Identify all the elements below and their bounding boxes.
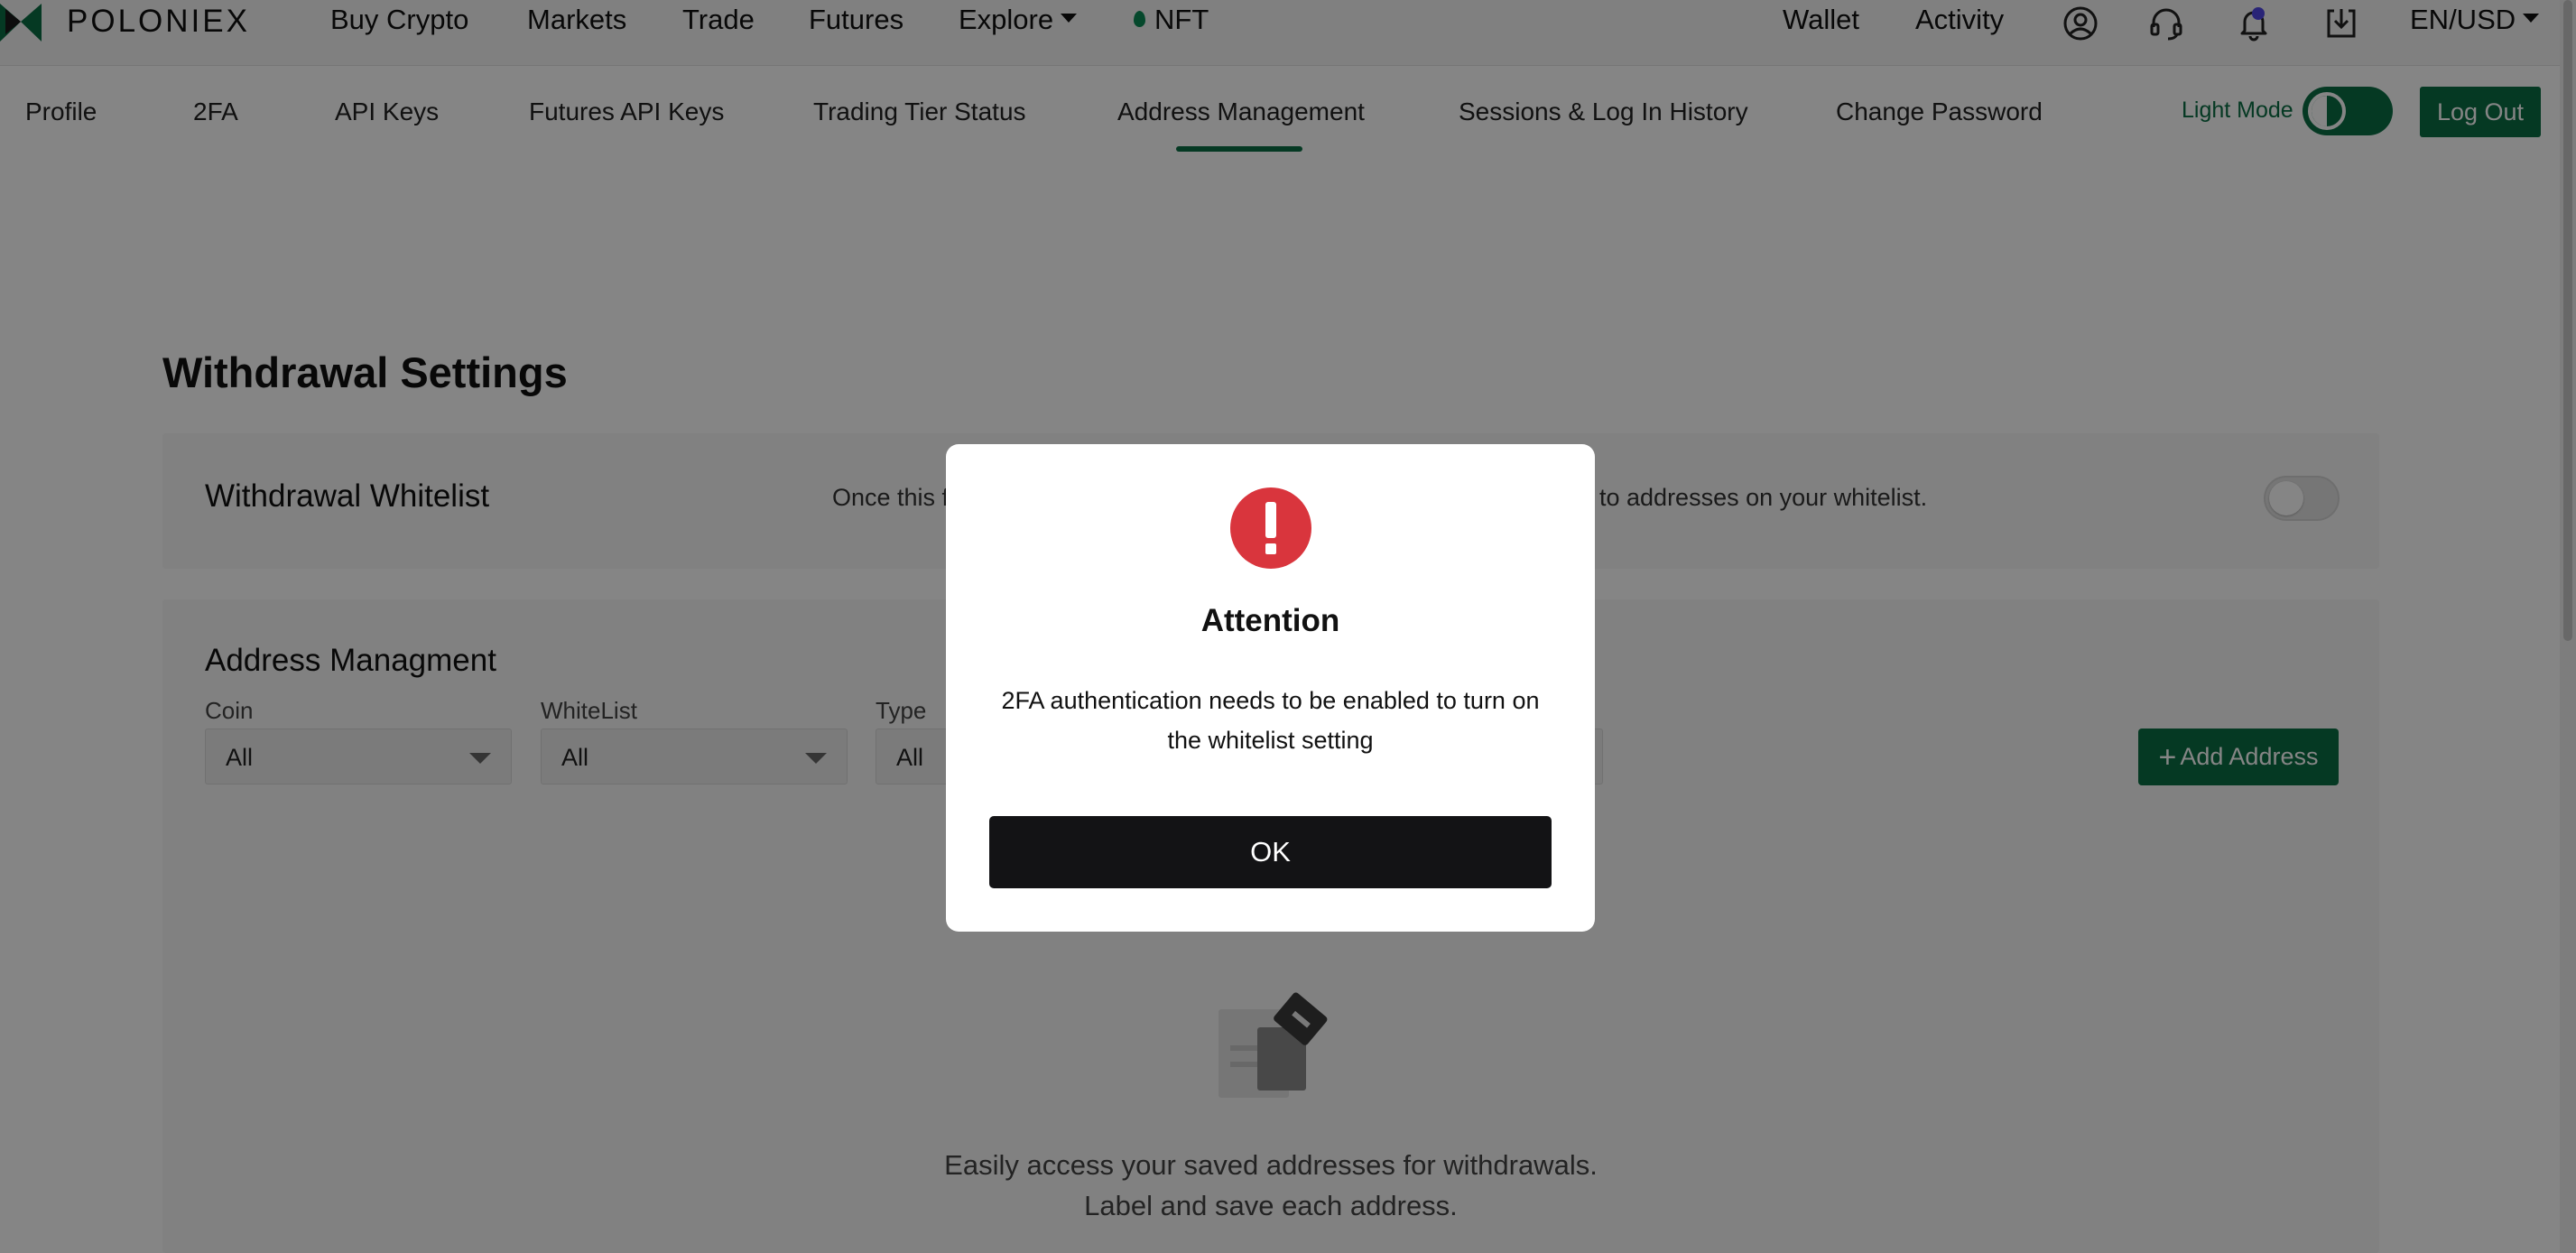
exclamation-icon [1230, 487, 1311, 569]
dialog-title: Attention [1200, 603, 1340, 638]
exclamation-mark-glyph [1265, 502, 1276, 554]
attention-dialog: Attention 2FA authentication needs to be… [946, 444, 1595, 932]
dialog-message: 2FA authentication needs to be enabled t… [1001, 687, 1540, 754]
ok-button[interactable]: OK [989, 816, 1552, 888]
